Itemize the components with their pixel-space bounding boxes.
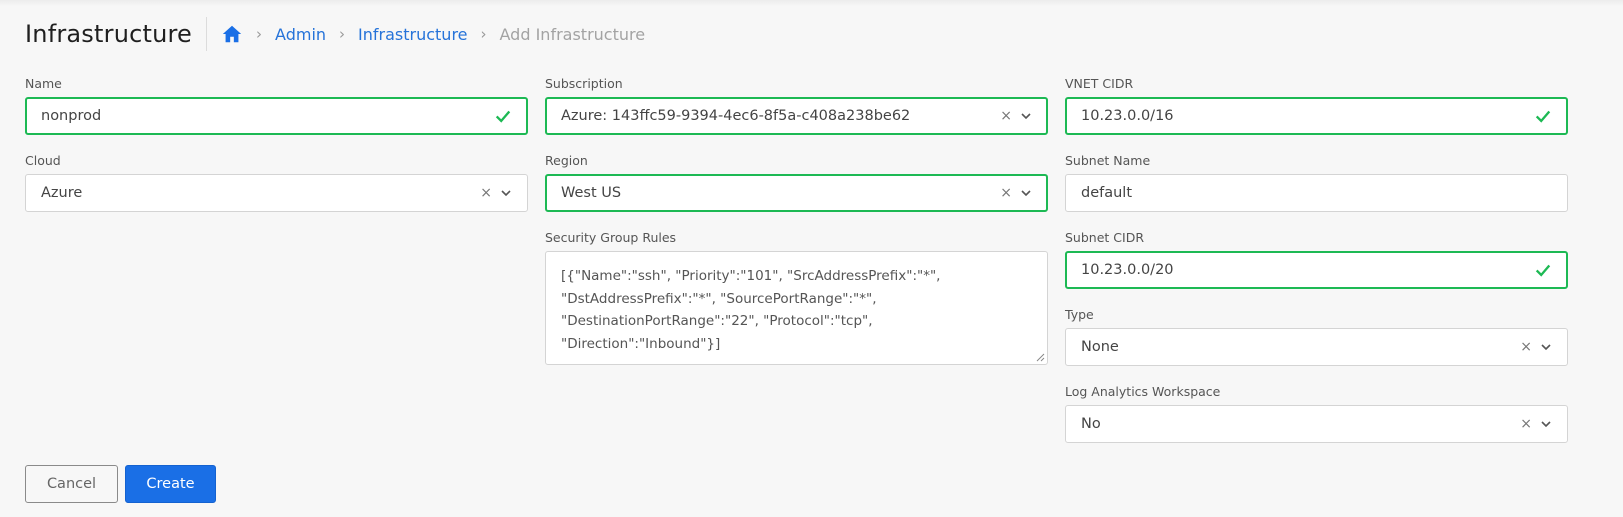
- header-divider: [206, 17, 208, 51]
- clear-icon[interactable]: ×: [1520, 339, 1532, 355]
- subscription-field: Subscription Azure: 143ffc59-9394-4ec6-8…: [545, 76, 1048, 135]
- cloud-value: Azure: [41, 185, 83, 201]
- log-analytics-select[interactable]: No ×: [1065, 405, 1568, 443]
- name-label: Name: [25, 76, 62, 91]
- breadcrumb-admin[interactable]: Admin: [275, 25, 326, 44]
- subnet-name-label: Subnet Name: [1065, 153, 1151, 168]
- create-button[interactable]: Create: [125, 465, 216, 503]
- cloud-field: Cloud Azure ×: [25, 153, 528, 212]
- chevron-down-icon[interactable]: [1020, 110, 1032, 122]
- vnet-cidr-field: VNET CIDR 10.23.0.0/16: [1065, 76, 1568, 135]
- cloud-select[interactable]: Azure ×: [25, 174, 528, 212]
- clear-icon[interactable]: ×: [1000, 108, 1012, 124]
- type-field: Type None ×: [1065, 307, 1568, 366]
- log-analytics-value: No: [1081, 416, 1101, 432]
- type-value: None: [1081, 339, 1119, 355]
- page-title: Infrastructure: [25, 20, 193, 48]
- security-group-rules-label: Security Group Rules: [545, 230, 677, 245]
- name-field: Name nonprod: [25, 76, 528, 135]
- subnet-name-field: Subnet Name default: [1065, 153, 1568, 212]
- check-icon: [1535, 110, 1551, 123]
- subnet-cidr-label: Subnet CIDR: [1065, 230, 1145, 245]
- vnet-cidr-input[interactable]: 10.23.0.0/16: [1065, 97, 1568, 135]
- security-group-rules-textarea[interactable]: [{"Name":"ssh", "Priority":"101", "SrcAd…: [545, 251, 1048, 365]
- check-icon: [1535, 264, 1551, 277]
- security-group-rules-field: Security Group Rules [{"Name":"ssh", "Pr…: [545, 230, 1048, 365]
- breadcrumb-infrastructure[interactable]: Infrastructure: [358, 25, 467, 44]
- chevron-right-icon: ›: [480, 25, 487, 43]
- subnet-cidr-input[interactable]: 10.23.0.0/20: [1065, 251, 1568, 289]
- cloud-label: Cloud: [25, 153, 61, 168]
- chevron-down-icon[interactable]: [1020, 187, 1032, 199]
- cancel-button[interactable]: Cancel: [25, 465, 118, 503]
- rules-line: "DstAddressPrefix":"*", "SourcePortRange…: [561, 290, 877, 307]
- rules-line: "Direction":"Inbound"}]: [561, 335, 721, 352]
- region-select[interactable]: West US ×: [545, 174, 1048, 212]
- chevron-down-icon[interactable]: [1540, 341, 1552, 353]
- vnet-cidr-value: 10.23.0.0/16: [1081, 108, 1174, 124]
- clear-icon[interactable]: ×: [1000, 185, 1012, 201]
- clear-icon[interactable]: ×: [480, 185, 492, 201]
- region-label: Region: [545, 153, 588, 168]
- breadcrumb: › Admin › Infrastructure › Add Infrastru…: [221, 23, 645, 45]
- subnet-cidr-field: Subnet CIDR 10.23.0.0/20: [1065, 230, 1568, 289]
- type-select[interactable]: None ×: [1065, 328, 1568, 366]
- log-analytics-field: Log Analytics Workspace No ×: [1065, 384, 1568, 443]
- form-column-1: Name nonprod Cloud Azure ×: [25, 76, 528, 212]
- resize-handle[interactable]: [1036, 353, 1045, 362]
- region-value: West US: [561, 185, 622, 201]
- subscription-label: Subscription: [545, 76, 623, 91]
- type-label: Type: [1065, 307, 1094, 322]
- page-header: Infrastructure › Admin › Infrastructure …: [25, 14, 645, 54]
- rules-line: [{"Name":"ssh", "Priority":"101", "SrcAd…: [561, 268, 941, 284]
- breadcrumb-current: Add Infrastructure: [499, 24, 646, 44]
- chevron-down-icon[interactable]: [1540, 418, 1552, 430]
- clear-icon[interactable]: ×: [1520, 416, 1532, 432]
- region-field: Region West US ×: [545, 153, 1048, 212]
- chevron-right-icon: ›: [256, 25, 263, 43]
- form-column-3: VNET CIDR 10.23.0.0/16 Subnet Name defau…: [1065, 76, 1568, 443]
- check-icon: [495, 110, 511, 123]
- home-icon[interactable]: [221, 23, 243, 45]
- subnet-name-value: default: [1081, 185, 1133, 201]
- subscription-value: Azure: 143ffc59-9394-4ec6-8f5a-c408a238b…: [561, 108, 911, 124]
- form-column-2: Subscription Azure: 143ffc59-9394-4ec6-8…: [545, 76, 1048, 365]
- subnet-cidr-value: 10.23.0.0/20: [1081, 262, 1174, 278]
- log-analytics-label: Log Analytics Workspace: [1065, 384, 1221, 399]
- subnet-name-input[interactable]: default: [1065, 174, 1568, 212]
- top-shadow: [0, 0, 1623, 6]
- name-value: nonprod: [41, 108, 102, 124]
- rules-line: "DestinationPortRange":"22", "Protocol":…: [561, 313, 873, 329]
- name-input[interactable]: nonprod: [25, 97, 528, 135]
- chevron-right-icon: ›: [339, 25, 346, 43]
- vnet-cidr-label: VNET CIDR: [1065, 76, 1134, 91]
- subscription-select[interactable]: Azure: 143ffc59-9394-4ec6-8f5a-c408a238b…: [545, 97, 1048, 135]
- chevron-down-icon[interactable]: [500, 187, 512, 199]
